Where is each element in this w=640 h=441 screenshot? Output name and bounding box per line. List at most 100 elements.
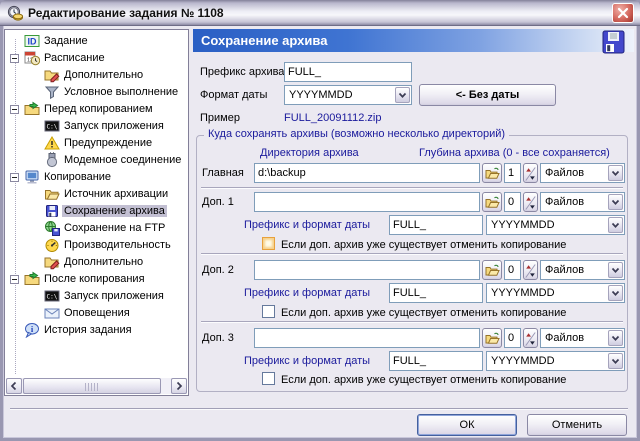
directory-input-main[interactable]: [254, 163, 480, 183]
prefix-input-extra1[interactable]: [389, 215, 483, 235]
tree-item-0[interactable]: IDЗадание: [6, 33, 187, 50]
folder-edit-icon: [44, 254, 60, 270]
row-separator: [201, 253, 623, 254]
unit-combobox-extra2[interactable]: Файлов: [540, 260, 625, 280]
storage-row-label: Доп. 1: [202, 196, 234, 209]
unit-combobox-main[interactable]: Файлов: [540, 163, 625, 183]
tree-item-1[interactable]: 12Расписание: [6, 50, 187, 67]
panel-title: Сохранение архива: [201, 33, 327, 48]
row-separator: [201, 321, 623, 322]
tree-expander-icon[interactable]: [10, 173, 19, 182]
floppy-disk-icon: [601, 29, 626, 55]
tree-item-label: Перед копированием: [42, 103, 155, 115]
tree-item-8[interactable]: Копирование: [6, 169, 187, 186]
tree-item-15[interactable]: C:\Запуск приложения: [6, 288, 187, 305]
tree-item-label: Сохранение архива: [62, 205, 167, 217]
performance-icon: [44, 237, 60, 253]
spin-updown-icon: [524, 165, 537, 183]
unit-combobox-extra1[interactable]: Файлов: [540, 192, 625, 212]
tree-item-label: Дополнительно: [62, 69, 145, 81]
browse-folder-button[interactable]: [482, 260, 502, 280]
chevron-down-icon[interactable]: [608, 330, 623, 346]
date-format-combobox-extra1[interactable]: YYYYMMDD: [486, 215, 625, 235]
schedule-icon: 12: [24, 50, 40, 66]
tree-item-label: После копирования: [42, 273, 147, 285]
tree-item-2[interactable]: Дополнительно: [6, 67, 187, 84]
tree-item-12[interactable]: Производительность: [6, 237, 187, 254]
chevron-left-icon: [7, 379, 21, 393]
tree-horizontal-scrollbar[interactable]: [6, 378, 187, 394]
directory-input-extra3[interactable]: [254, 328, 480, 348]
tree-item-11[interactable]: Сохранение на FTP: [6, 220, 187, 237]
cancel-if-exists-label: Если доп. архив уже существует отменить …: [281, 374, 566, 387]
no-date-button[interactable]: <- Без даты: [419, 84, 556, 106]
chevron-down-icon[interactable]: [608, 262, 623, 278]
scroll-right-button[interactable]: [171, 378, 187, 394]
directory-input-extra2[interactable]: [254, 260, 480, 280]
browse-folder-button[interactable]: [482, 163, 502, 183]
depth-input-extra1[interactable]: [504, 192, 521, 212]
tree-item-13[interactable]: Дополнительно: [6, 254, 187, 271]
folder-open-icon: [483, 195, 501, 211]
browse-folder-button[interactable]: [482, 328, 502, 348]
chevron-down-icon[interactable]: [608, 217, 623, 233]
chevron-down-icon[interactable]: [608, 353, 623, 369]
date-format-combobox-extra2[interactable]: YYYYMMDD: [486, 283, 625, 303]
chevron-down-icon[interactable]: [395, 87, 410, 103]
depth-input-extra2[interactable]: [504, 260, 521, 280]
chevron-down-icon[interactable]: [608, 285, 623, 301]
tree-item-5[interactable]: C:\Запуск приложения: [6, 118, 187, 135]
panel-header: Сохранение архива: [193, 29, 634, 52]
tree-item-label: Запуск приложения: [62, 290, 166, 302]
tree-expander-icon[interactable]: [10, 105, 19, 114]
date-format-combobox[interactable]: YYYYMMDD: [284, 85, 412, 105]
example-value: FULL_20091112.zip: [284, 112, 381, 125]
depth-input-main[interactable]: [504, 163, 521, 183]
prefix-input-extra3[interactable]: [389, 351, 483, 371]
close-button[interactable]: [612, 3, 634, 23]
prefix-date-label: Префикс и формат даты: [244, 287, 370, 300]
spin-updown-button[interactable]: [523, 163, 538, 183]
tree-item-3[interactable]: Условное выполнение: [6, 84, 187, 101]
tree-item-9[interactable]: Источник архивации: [6, 186, 187, 203]
tree-expander-icon[interactable]: [10, 54, 19, 63]
tree-item-14[interactable]: После копирования: [6, 271, 187, 288]
scroll-left-button[interactable]: [6, 378, 22, 394]
spin-updown-button[interactable]: [523, 260, 538, 280]
tree-item-16[interactable]: Оповещения: [6, 305, 187, 322]
cancel-if-exists-checkbox-extra1[interactable]: [262, 237, 275, 250]
scrollbar-thumb[interactable]: [23, 378, 161, 394]
tree-item-4[interactable]: Перед копированием: [6, 101, 187, 118]
depth-input-extra3[interactable]: [504, 328, 521, 348]
chevron-down-icon[interactable]: [608, 165, 623, 181]
task-tree: IDЗадание12Расписание Дополнительно Условн…: [6, 31, 187, 378]
tree-item-6[interactable]: Предупреждение: [6, 135, 187, 152]
cancel-if-exists-checkbox-extra2[interactable]: [262, 305, 275, 318]
spin-updown-button[interactable]: [523, 328, 538, 348]
unit-combobox-extra3[interactable]: Файлов: [540, 328, 625, 348]
column-header-directory: Директория архива: [260, 147, 359, 160]
prefix-input-extra2[interactable]: [389, 283, 483, 303]
chevron-down-icon[interactable]: [608, 194, 623, 210]
cancel-button[interactable]: Отменить: [527, 414, 627, 436]
tree-item-label: Источник архивации: [62, 188, 170, 200]
directory-input-extra1[interactable]: [254, 192, 480, 212]
combobox-value: YYYYMMDD: [491, 355, 555, 367]
storage-row-label: Главная: [202, 167, 244, 180]
tree-item-10[interactable]: Сохранение архива: [6, 203, 187, 220]
cancel-if-exists-checkbox-extra3[interactable]: [262, 372, 275, 385]
browse-folder-button[interactable]: [482, 192, 502, 212]
tree-item-7[interactable]: Модемное соединение: [6, 152, 187, 169]
prefix-input[interactable]: [284, 62, 412, 82]
mail-icon: [44, 305, 60, 321]
folder-open-icon: [483, 263, 501, 279]
floppy-icon: [44, 203, 60, 219]
tree-expander-icon[interactable]: [10, 275, 19, 284]
date-format-combobox-extra3[interactable]: YYYYMMDD: [486, 351, 625, 371]
ok-button[interactable]: ОК: [417, 414, 517, 436]
tree-item-17[interactable]: iИстория задания: [6, 322, 187, 339]
tree-item-label: Запуск приложения: [62, 120, 166, 132]
storage-group-title: Куда сохранять архивы (возможно нескольк…: [204, 128, 509, 140]
spin-updown-icon: [524, 330, 537, 348]
spin-updown-button[interactable]: [523, 192, 538, 212]
